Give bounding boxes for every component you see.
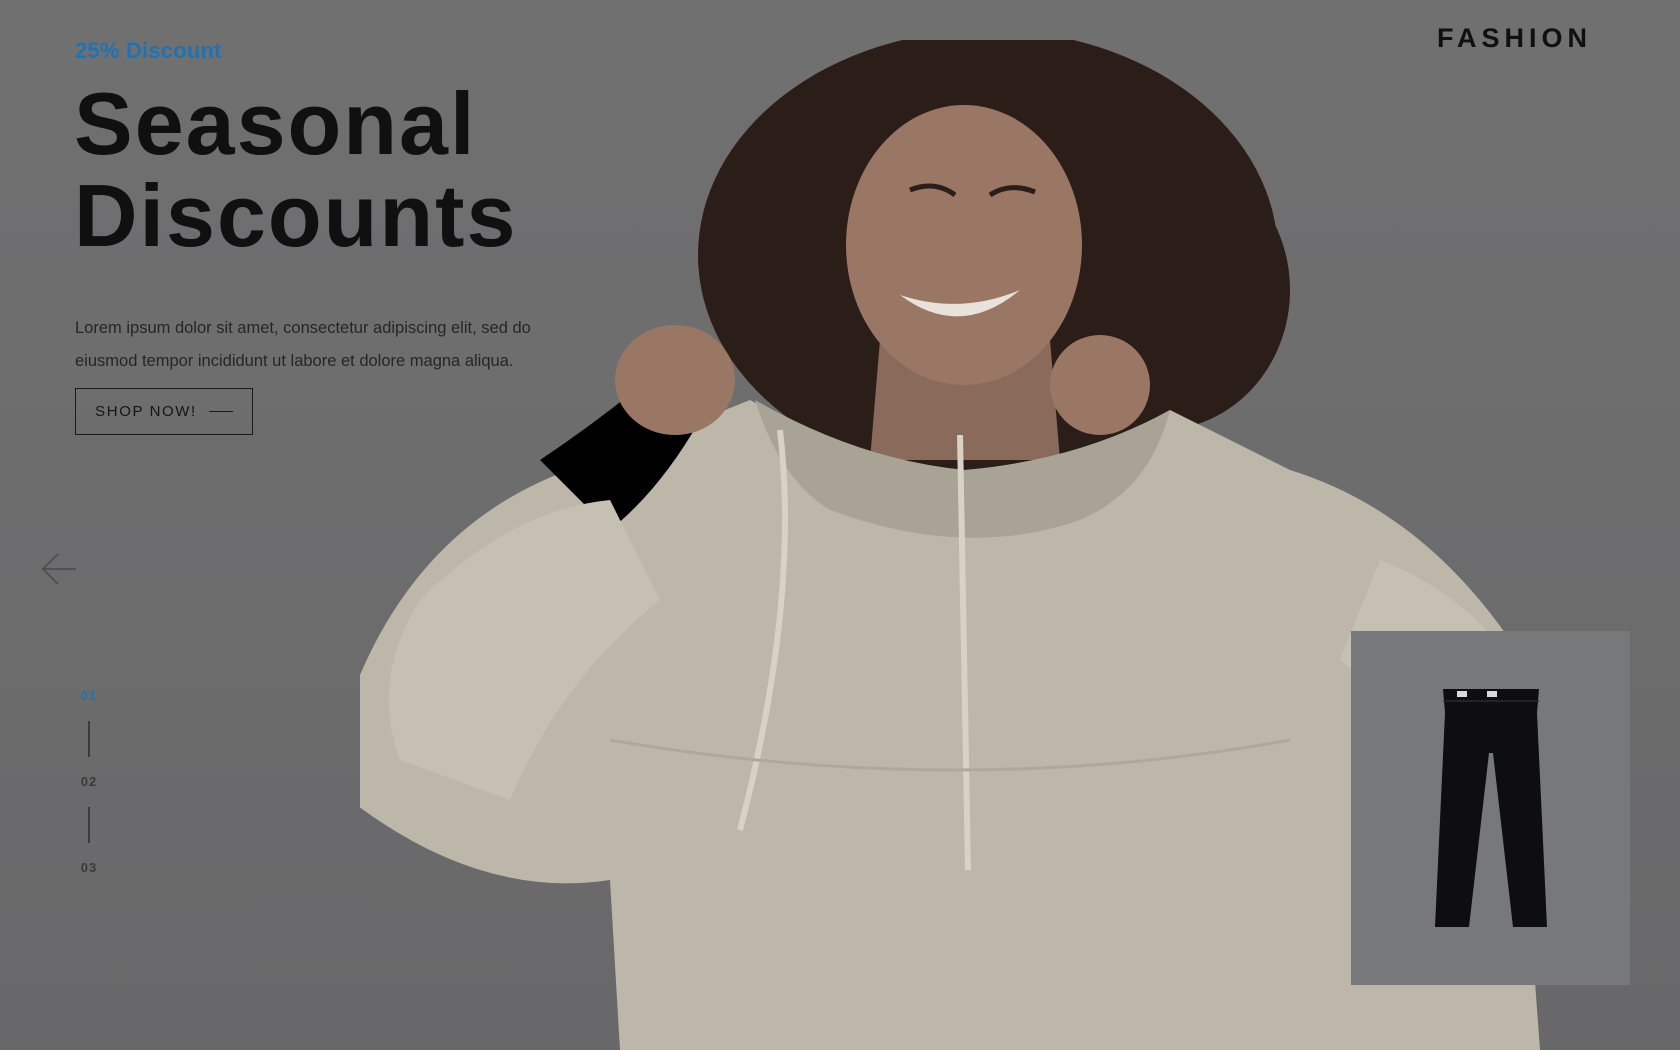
slide-page-3[interactable]: 03 (81, 860, 97, 876)
hero-slider: 25% Discount Seasonal Discounts Lorem ip… (0, 0, 1680, 1050)
shop-now-button[interactable]: SHOP NOW! (75, 388, 253, 435)
dash-icon (208, 410, 233, 413)
jeans-icon (1434, 689, 1547, 927)
hero-description: Lorem ipsum dolor sit amet, consectetur … (75, 318, 531, 370)
headline-line-2: Discounts (74, 166, 518, 265)
brand-logo[interactable]: FASHION (1437, 23, 1592, 54)
headline-line-1: Seasonal (74, 74, 477, 173)
shop-now-label: SHOP NOW! (95, 403, 197, 420)
pagination-divider (88, 721, 90, 757)
slide-page-1[interactable]: 01 (81, 688, 97, 704)
discount-tag: 25% Discount (75, 38, 222, 63)
product-thumbnail[interactable] (1351, 631, 1630, 985)
slide-page-2[interactable]: 02 (81, 774, 97, 790)
slide-pagination: 01 02 03 (76, 688, 102, 876)
pagination-divider (88, 807, 90, 843)
arrow-left-icon[interactable] (40, 552, 80, 586)
hero-headline: Seasonal Discounts (74, 78, 517, 262)
